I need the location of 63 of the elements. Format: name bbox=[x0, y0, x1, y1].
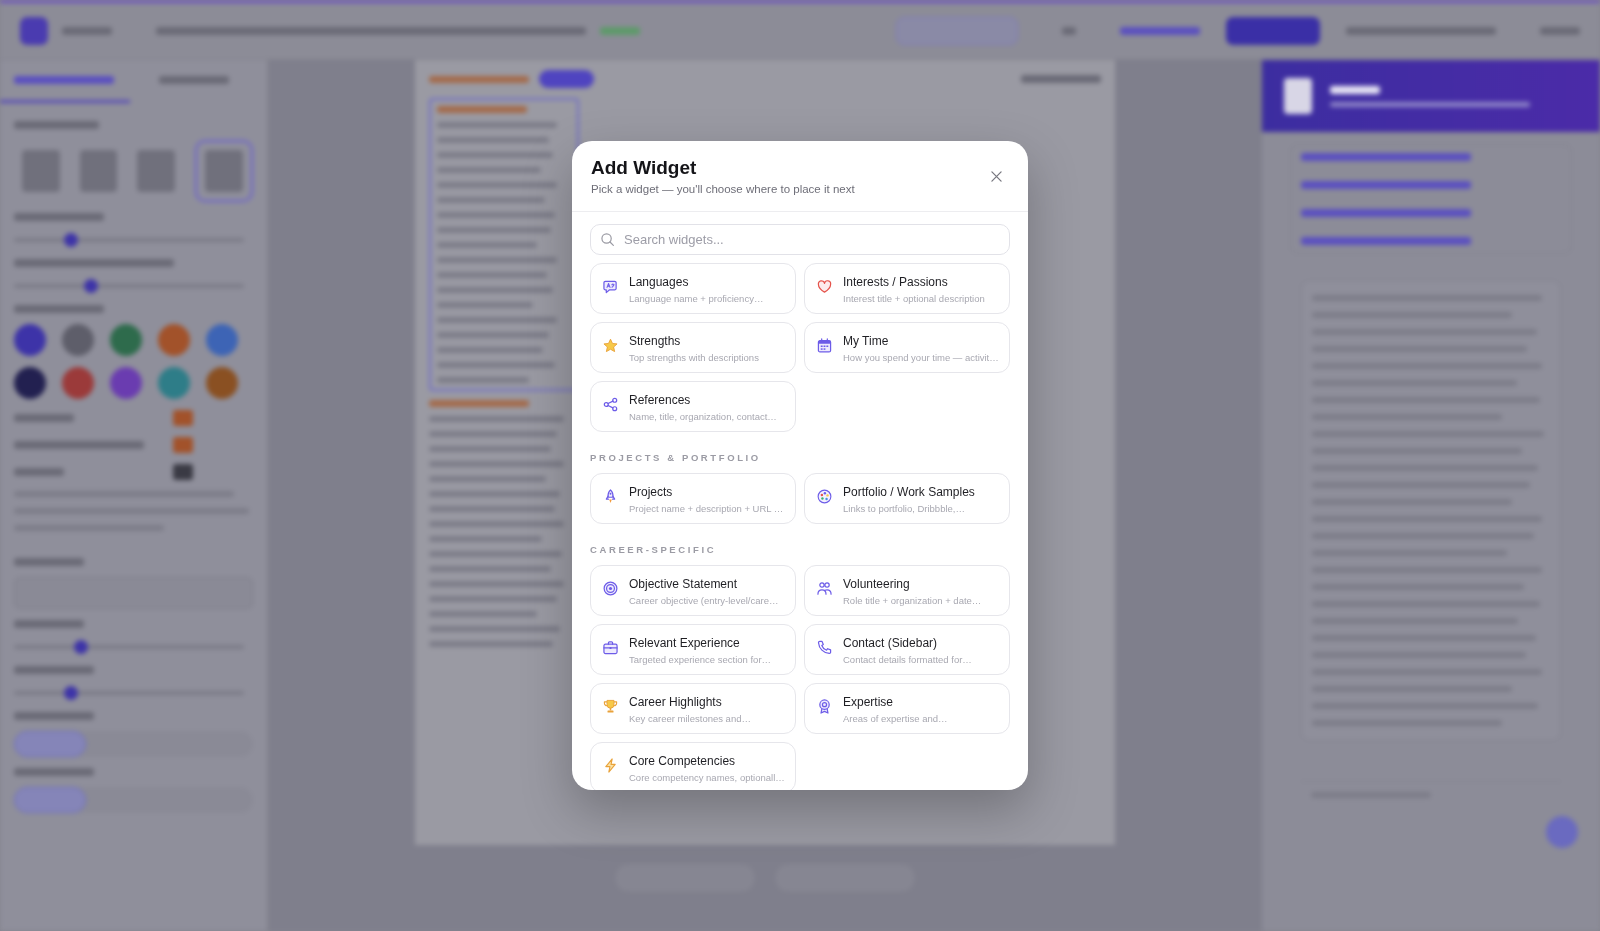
widget-description: Top strengths with descriptions bbox=[629, 351, 759, 364]
widget-title: Portfolio / Work Samples bbox=[843, 485, 975, 500]
widget-title: Relevant Experience bbox=[629, 636, 741, 651]
widget-title: Interests / Passions bbox=[843, 275, 949, 290]
chat-bubble-icon bbox=[603, 279, 618, 294]
widget-description: Contact details formatted for… bbox=[843, 653, 972, 666]
widget-card[interactable]: Expertise Areas of expertise and… bbox=[804, 683, 1010, 734]
widget-card[interactable]: Contact (Sidebar) Contact details formatted for… bbox=[804, 624, 1010, 675]
widget-description: Interest title + optional description bbox=[843, 292, 985, 305]
widget-title: Core Competencies bbox=[629, 754, 737, 769]
widget-title: Projects bbox=[629, 485, 674, 500]
calendar-icon bbox=[817, 338, 832, 353]
widget-description: Areas of expertise and… bbox=[843, 712, 948, 725]
widget-card[interactable]: Interests / Passions Interest title + optional description bbox=[804, 263, 1010, 314]
widget-card[interactable]: Portfolio / Work Samples Links to portfolio, Dribbble,… bbox=[804, 473, 1010, 524]
widget-description: How you spend your time — activit… bbox=[843, 351, 999, 364]
widget-card[interactable]: Career Highlights Key career milestones and… bbox=[590, 683, 796, 734]
share-nodes-icon bbox=[603, 397, 618, 412]
widget-title: Strengths bbox=[629, 334, 682, 349]
widget-description: Targeted experience section for… bbox=[629, 653, 772, 666]
widget-title: Languages bbox=[629, 275, 690, 290]
search-icon bbox=[601, 233, 614, 246]
widget-title: Contact (Sidebar) bbox=[843, 636, 939, 651]
dialog-subtitle: Pick a widget — you'll choose where to place it next bbox=[591, 182, 856, 196]
section-heading: PROJECTS & PORTFOLIO bbox=[590, 452, 762, 464]
widget-description: Career objective (entry-level/care… bbox=[629, 594, 779, 607]
widget-title: Expertise bbox=[843, 695, 895, 710]
heart-icon bbox=[817, 279, 832, 294]
widget-card[interactable]: Core Competencies Core competency names, optionall… bbox=[590, 742, 796, 790]
close-icon bbox=[990, 170, 1002, 182]
section-heading: CAREER-SPECIFIC bbox=[590, 544, 718, 556]
star-icon bbox=[603, 338, 618, 353]
palette-icon bbox=[817, 489, 832, 504]
target-icon bbox=[603, 581, 618, 596]
widget-card[interactable]: Strengths Top strengths with descriptions bbox=[590, 322, 796, 373]
widget-title: Volunteering bbox=[843, 577, 911, 592]
widget-card[interactable]: Projects Project name + description + URL … bbox=[590, 473, 796, 524]
widget-card[interactable]: Languages Language name + proficiency… bbox=[590, 263, 796, 314]
widget-card[interactable]: Relevant Experience Targeted experience section for… bbox=[590, 624, 796, 675]
lightning-icon bbox=[603, 758, 618, 773]
widget-card[interactable]: Volunteering Role title + organization + date… bbox=[804, 565, 1010, 616]
award-badge-icon bbox=[817, 699, 832, 714]
widget-description: Key career milestones and… bbox=[629, 712, 751, 725]
widget-title: My Time bbox=[843, 334, 890, 349]
widget-description: Core competency names, optionall… bbox=[629, 771, 785, 784]
rocket-icon bbox=[603, 489, 618, 504]
trophy-icon bbox=[603, 699, 618, 714]
people-icon bbox=[817, 581, 832, 596]
widget-description: Links to portfolio, Dribbble,… bbox=[843, 502, 966, 515]
widget-card[interactable]: My Time How you spend your time — activit… bbox=[804, 322, 1010, 373]
widget-description: Role title + organization + date… bbox=[843, 594, 982, 607]
widget-title: References bbox=[629, 393, 692, 408]
widget-title: Objective Statement bbox=[629, 577, 739, 592]
dialog-title: Add Widget bbox=[591, 156, 698, 180]
widget-card[interactable]: Objective Statement Career objective (entry-level/care… bbox=[590, 565, 796, 616]
search-field[interactable]: Search widgets... bbox=[590, 224, 1010, 255]
widget-description: Language name + proficiency… bbox=[629, 292, 764, 305]
briefcase-icon bbox=[603, 640, 618, 655]
widget-description: Project name + description + URL … bbox=[629, 502, 784, 515]
widget-card[interactable]: References Name, title, organization, contact… bbox=[590, 381, 796, 432]
widget-description: Name, title, organization, contact… bbox=[629, 410, 777, 423]
phone-icon bbox=[817, 640, 832, 655]
widget-title: Career Highlights bbox=[629, 695, 723, 710]
